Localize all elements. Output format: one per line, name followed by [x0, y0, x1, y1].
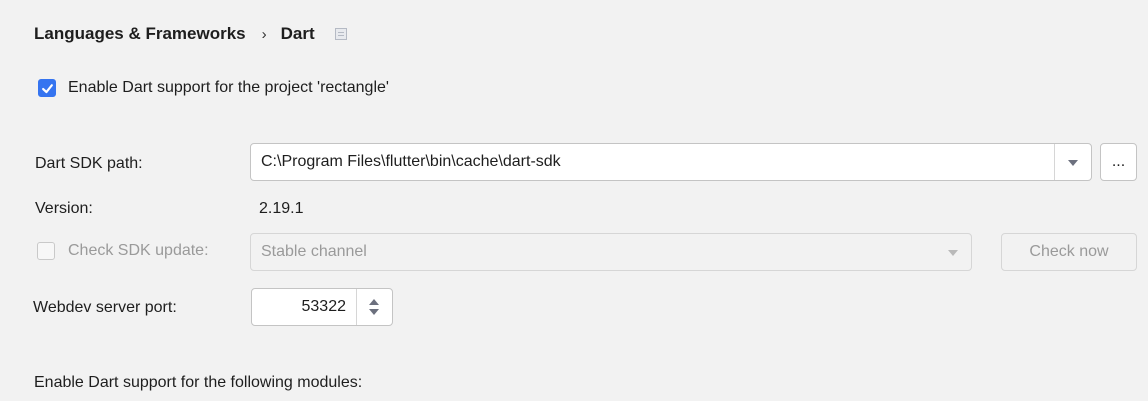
sdk-path-value: C:\Program Files\flutter\bin\cache\dart-…	[261, 153, 561, 170]
spinner-divider	[356, 289, 357, 325]
sdk-channel-value: Stable channel	[261, 243, 367, 260]
check-sdk-update-label[interactable]: Check SDK update:	[68, 242, 209, 260]
chevron-down-icon[interactable]	[1068, 160, 1078, 166]
combo-divider	[1054, 144, 1055, 180]
webdev-port-value[interactable]: 53322	[302, 298, 347, 316]
webdev-port-label: Webdev server port:	[33, 299, 177, 316]
version-value: 2.19.1	[259, 200, 304, 217]
spinner-down-icon[interactable]	[369, 309, 379, 315]
browse-sdk-button[interactable]: ...	[1100, 143, 1137, 181]
breadcrumb-separator: ›	[261, 25, 267, 43]
browse-sdk-label: ...	[1111, 153, 1126, 170]
breadcrumb-parent[interactable]: Languages & Frameworks	[34, 24, 246, 44]
sdk-path-combobox[interactable]: C:\Program Files\flutter\bin\cache\dart-…	[250, 143, 1092, 181]
enable-dart-label[interactable]: Enable Dart support for the project 'rec…	[68, 79, 389, 97]
breadcrumb-current: Dart	[280, 24, 315, 43]
checkmark-icon	[41, 83, 53, 93]
breadcrumb: Languages & Frameworks › Dart	[34, 24, 347, 44]
enable-dart-checkbox[interactable]	[38, 79, 56, 97]
check-sdk-update-checkbox[interactable]	[37, 242, 55, 260]
spinner-up-icon[interactable]	[369, 299, 379, 305]
chevron-down-icon[interactable]	[948, 250, 958, 256]
sdk-channel-select[interactable]: Stable channel	[250, 233, 972, 271]
sdk-path-label: Dart SDK path:	[35, 155, 143, 172]
check-now-button[interactable]: Check now	[1001, 233, 1137, 271]
document-icon	[334, 28, 347, 40]
check-now-label: Check now	[1029, 243, 1109, 260]
version-label: Version:	[35, 200, 93, 217]
modules-label: Enable Dart support for the following mo…	[34, 374, 363, 391]
webdev-port-spinner[interactable]: 53322	[251, 288, 393, 326]
